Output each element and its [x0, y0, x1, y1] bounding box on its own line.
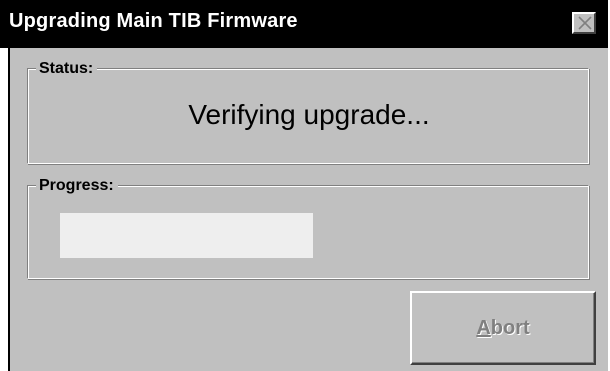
abort-button-label: bort	[490, 316, 530, 339]
dialog-window: Upgrading Main TIB Firmware Status: Veri…	[0, 0, 610, 371]
close-button[interactable]	[572, 12, 596, 34]
status-group-label: Status:	[36, 60, 98, 78]
progress-bar	[60, 213, 313, 258]
window-left-border	[0, 48, 10, 371]
status-groupbox: Status: Verifying upgrade...	[27, 60, 589, 164]
window-title: Upgrading Main TIB Firmware	[9, 10, 298, 32]
abort-button-mnemonic: A	[476, 316, 491, 339]
abort-button[interactable]: Abort	[410, 291, 596, 365]
progress-groupbox: Progress:	[27, 177, 589, 279]
close-icon	[578, 16, 592, 30]
progress-group-label: Progress:	[36, 177, 118, 195]
title-bar[interactable]: Upgrading Main TIB Firmware	[0, 0, 608, 48]
status-message: Verifying upgrade...	[188, 99, 430, 130]
